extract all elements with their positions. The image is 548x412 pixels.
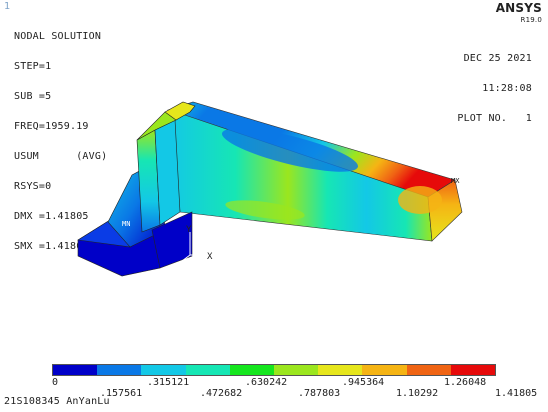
legend-color-segment — [274, 365, 319, 375]
fem-model-view[interactable]: MX MN Y X — [0, 0, 548, 412]
min-marker: MN — [122, 220, 130, 228]
contour-legend-bar — [52, 364, 496, 376]
legend-color-segment — [406, 365, 451, 375]
legend-color-segment — [97, 365, 142, 375]
legend-color-segment — [450, 365, 496, 375]
axis-x-label: X — [207, 252, 213, 262]
legend-color-segment — [53, 365, 98, 375]
beam-orange-band — [398, 186, 442, 214]
axis-y-label: Y — [186, 225, 192, 235]
legend-color-segment — [229, 365, 275, 375]
legend-color-segment — [141, 365, 186, 375]
footer-text: 21S108345 AnYanLu — [4, 396, 110, 407]
legend-color-segment — [318, 365, 363, 375]
legend-color-segment — [185, 365, 230, 375]
legend-color-segment — [362, 365, 407, 375]
max-marker: MX — [451, 177, 460, 185]
